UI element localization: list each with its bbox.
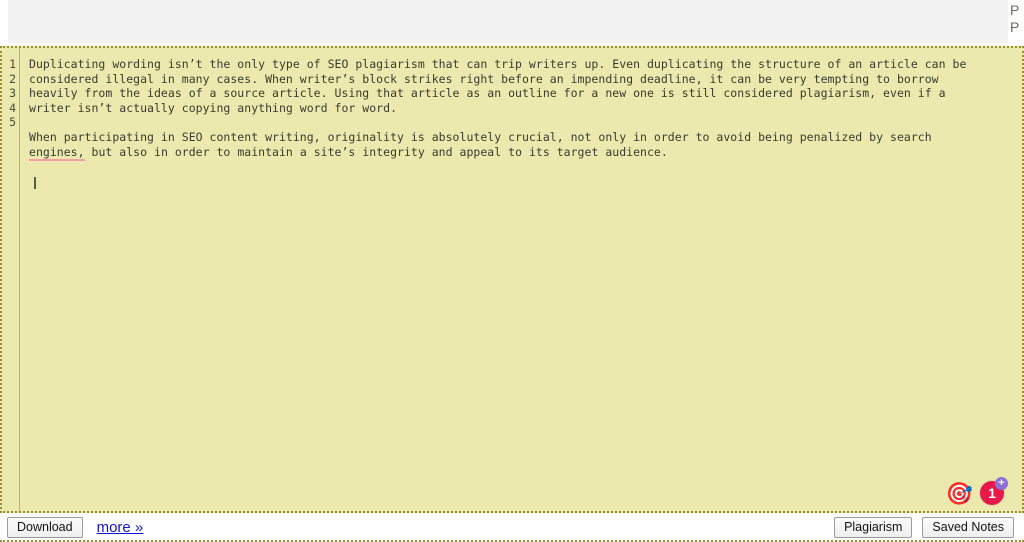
editor-line: writer isn’t actually copying anything w… [29,100,398,115]
editor-line-with-spellcheck: engines, but also in order to maintain a… [29,144,1016,161]
line-number-gutter: 1 2 3 4 5 [2,48,20,511]
top-blank-panel [8,0,1009,43]
line-number: 5 [9,115,16,130]
editor-line: considered illegal in many cases. When w… [29,71,939,86]
line-number: 3 [9,86,16,101]
editor-line: When participating in SEO content writin… [29,129,932,144]
footer-right-group: Plagiarism Saved Notes [834,517,1014,538]
saved-notes-button[interactable]: Saved Notes [922,517,1014,538]
footer-bar: Download more » Plagiarism Saved Notes [0,513,1024,542]
editor-line-remainder: but also in order to maintain a site’s i… [84,144,668,159]
footer-left-group: Download more » [7,517,143,538]
editor-line: Duplicating wording isn’t the only type … [29,57,967,71]
top-strip: P P [0,0,1024,46]
editor-blank-line [29,115,1016,130]
floating-icon-group: 🎯 1 + [946,477,1008,505]
line-number: 2 [9,71,16,86]
text-editor-frame[interactable]: 1 2 3 4 5 Duplicating wording isn’t the … [0,46,1024,513]
target-dart-icon[interactable]: 🎯 [946,483,973,505]
plagiarism-button[interactable]: Plagiarism [834,517,913,538]
line-number: 1 [9,57,16,71]
editor-line: heavily from the ideas of a source artic… [29,86,946,101]
more-link[interactable]: more » [97,519,144,536]
clipped-right-text: P P [1008,0,1024,46]
spellcheck-word[interactable]: engines, [29,144,85,161]
download-button[interactable]: Download [7,517,83,538]
add-plus-icon[interactable]: + [995,477,1008,490]
line-number: 4 [9,100,16,115]
clipped-letter-first: P [1010,2,1020,18]
editor-text-area[interactable]: Duplicating wording isn’t the only type … [21,48,1022,511]
clipped-letter-second: P [1010,19,1020,35]
editor-blank-line [29,159,1016,174]
editor-caret-line [29,174,1016,189]
notification-badge[interactable]: 1 + [980,477,1008,505]
text-cursor-caret [34,176,36,189]
